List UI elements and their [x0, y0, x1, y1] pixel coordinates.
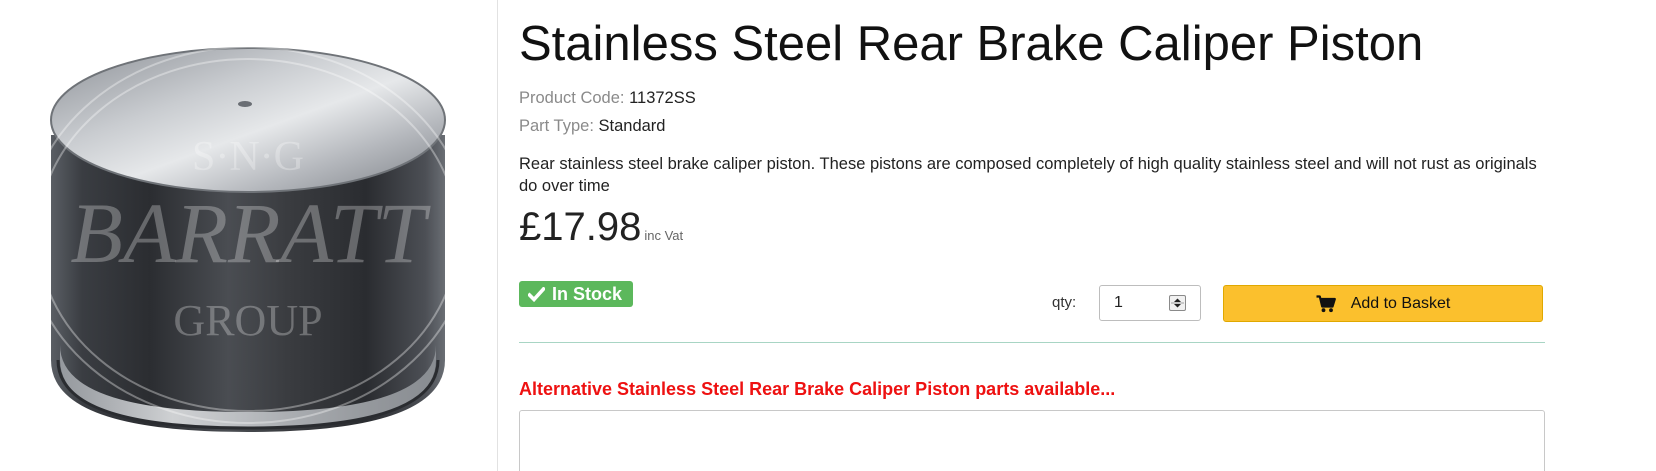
product-code-value: 11372SS — [629, 89, 696, 107]
product-page: S·N·G BARRATT GROUP Stainless Steel Rear… — [0, 0, 1656, 471]
product-info: Stainless Steel Rear Brake Caliper Pisto… — [519, 0, 1545, 471]
part-type-label: Part Type: — [519, 117, 594, 135]
product-image[interactable]: S·N·G BARRATT GROUP — [0, 0, 497, 471]
watermark-line1: S·N·G — [192, 134, 304, 180]
price-block: £17.98 inc Vat — [519, 205, 683, 250]
alternative-parts-heading: Alternative Stainless Steel Rear Brake C… — [519, 379, 1116, 399]
product-image-panel: S·N·G BARRATT GROUP — [0, 0, 498, 471]
section-divider — [519, 342, 1545, 343]
product-code-row: Product Code: 11372SS — [519, 89, 696, 108]
page-title: Stainless Steel Rear Brake Caliper Pisto… — [519, 17, 1424, 71]
qty-label: qty: — [1052, 294, 1077, 311]
watermark-line3: GROUP — [173, 296, 322, 345]
watermark-line2: BARRATT — [70, 185, 430, 281]
stock-label: In Stock — [552, 283, 623, 304]
add-to-basket-label: Add to Basket — [1350, 294, 1451, 312]
check-icon — [528, 286, 545, 302]
shopping-cart-icon — [1316, 294, 1336, 312]
quantity-input[interactable] — [1108, 293, 1164, 313]
add-to-basket-button[interactable]: Add to Basket — [1223, 285, 1543, 322]
product-code-label: Product Code: — [519, 89, 625, 107]
vat-label: inc Vat — [644, 228, 684, 243]
part-type-row: Part Type: Standard — [519, 117, 665, 136]
quantity-stepper[interactable] — [1099, 285, 1201, 321]
part-type-value: Standard — [598, 117, 666, 135]
product-description: Rear stainless steel brake caliper pisto… — [519, 155, 1537, 195]
price: £17.98 — [519, 205, 642, 249]
alternative-parts-list — [519, 410, 1545, 471]
stock-badge: In Stock — [519, 281, 634, 307]
up-down-arrows-icon[interactable] — [1169, 295, 1186, 311]
